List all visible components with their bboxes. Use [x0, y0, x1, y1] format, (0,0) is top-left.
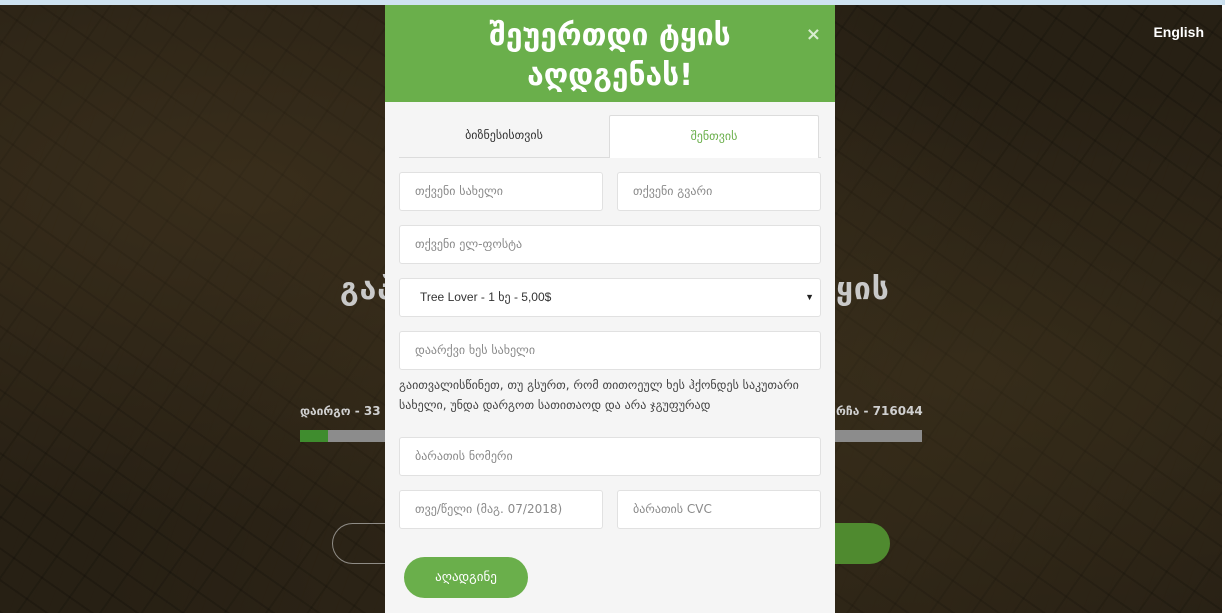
- tree-name-input[interactable]: დაარქვი ხეს სახელი: [399, 331, 821, 370]
- hero-button-filled[interactable]: [832, 523, 890, 564]
- signup-modal: შეუერთდი ტყის აღდგენას! × ბიზნესისთვის შ…: [385, 5, 835, 613]
- modal-title-line-2: აღდგენას!: [527, 58, 693, 93]
- card-number-input[interactable]: ბარათის ნომერი: [399, 437, 821, 476]
- first-name-input[interactable]: თქვენი სახელი: [399, 172, 603, 211]
- tab-personal[interactable]: შენთვის: [609, 115, 819, 158]
- close-icon[interactable]: ×: [806, 15, 821, 55]
- last-name-input[interactable]: თქვენი გვარი: [617, 172, 821, 211]
- remaining-count-label: რჩა - 716044: [836, 404, 923, 418]
- card-cvc-input[interactable]: ბარათის CVC: [617, 490, 821, 529]
- modal-header: შეუერთდი ტყის აღდგენას! ×: [385, 5, 835, 102]
- planted-count-label: დაირგო - 33: [300, 404, 381, 418]
- plan-select[interactable]: Tree Lover - 1 ხე - 5,00$ ▼: [399, 278, 821, 317]
- submit-button[interactable]: აღადგინე: [404, 557, 528, 598]
- hero-title-fragment-right: ყის: [836, 272, 890, 307]
- email-input[interactable]: თქვენი ელ-ფოსტა: [399, 225, 821, 264]
- modal-tabs: ბიზნესისთვის შენთვის: [399, 115, 821, 158]
- modal-title-line-1: შეუერთდი ტყის: [489, 18, 731, 53]
- language-switch-link[interactable]: English: [1153, 24, 1204, 40]
- tree-naming-note: გაითვალისწინეთ, თუ გსურთ, რომ თითოეულ ხე…: [399, 378, 799, 412]
- tab-business[interactable]: ბიზნესისთვის: [399, 115, 609, 158]
- card-expiry-input[interactable]: თვე/წელი (მაგ. 07/2018): [399, 490, 603, 529]
- chevron-down-icon: ▼: [805, 292, 814, 302]
- plan-select-value: Tree Lover - 1 ხე - 5,00$: [420, 290, 552, 304]
- planting-progress-fill: [300, 430, 328, 442]
